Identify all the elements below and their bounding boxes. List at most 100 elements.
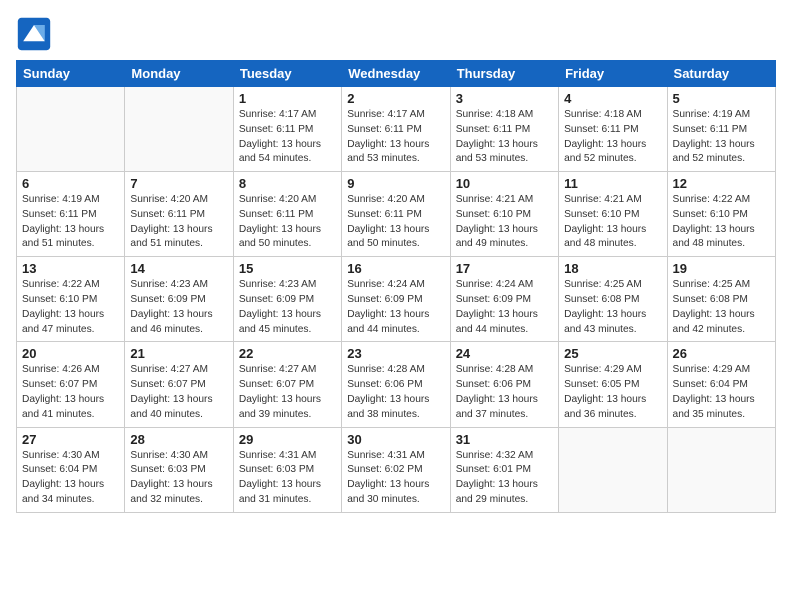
week-row-1: 1 Sunrise: 4:17 AM Sunset: 6:11 PM Daylig… xyxy=(17,87,776,172)
calendar-cell: 18 Sunrise: 4:25 AM Sunset: 6:08 PM Dayli… xyxy=(559,257,667,342)
calendar-cell: 22 Sunrise: 4:27 AM Sunset: 6:07 PM Dayli… xyxy=(233,342,341,427)
calendar-cell: 1 Sunrise: 4:17 AM Sunset: 6:11 PM Daylig… xyxy=(233,87,341,172)
day-info: Sunrise: 4:23 AM Sunset: 6:09 PM Dayligh… xyxy=(239,278,336,337)
day-info: Sunrise: 4:23 AM Sunset: 6:09 PM Dayligh… xyxy=(130,278,227,337)
day-number: 2 xyxy=(347,91,444,106)
calendar-cell: 16 Sunrise: 4:24 AM Sunset: 6:09 PM Dayli… xyxy=(342,257,450,342)
calendar-cell: 12 Sunrise: 4:22 AM Sunset: 6:10 PM Dayli… xyxy=(667,172,775,257)
day-number: 16 xyxy=(347,261,444,276)
day-info: Sunrise: 4:29 AM Sunset: 6:04 PM Dayligh… xyxy=(673,363,770,422)
week-row-3: 13Sunrise: 4:22 AM Sunset: 6:10 PM Dayli… xyxy=(17,257,776,342)
day-info: Sunrise: 4:18 AM Sunset: 6:11 PM Dayligh… xyxy=(564,108,661,167)
day-info: Sunrise: 4:25 AM Sunset: 6:08 PM Dayligh… xyxy=(564,278,661,337)
day-info: Sunrise: 4:22 AM Sunset: 6:10 PM Dayligh… xyxy=(22,278,119,337)
weekday-header-tuesday: Tuesday xyxy=(233,61,341,87)
calendar-cell: 11 Sunrise: 4:21 AM Sunset: 6:10 PM Dayli… xyxy=(559,172,667,257)
day-number: 22 xyxy=(239,346,336,361)
day-info: Sunrise: 4:29 AM Sunset: 6:05 PM Dayligh… xyxy=(564,363,661,422)
calendar-cell: 31 Sunrise: 4:32 AM Sunset: 6:01 PM Dayli… xyxy=(450,427,558,512)
calendar-table: SundayMondayTuesdayWednesdayThursdayFrid… xyxy=(16,60,776,513)
day-number: 5 xyxy=(673,91,770,106)
calendar-cell: 6Sunrise: 4:19 AM Sunset: 6:11 PM Daylig… xyxy=(17,172,125,257)
day-number: 25 xyxy=(564,346,661,361)
day-info: Sunrise: 4:19 AM Sunset: 6:11 PM Dayligh… xyxy=(673,108,770,167)
day-info: Sunrise: 4:17 AM Sunset: 6:11 PM Dayligh… xyxy=(347,108,444,167)
day-number: 12 xyxy=(673,176,770,191)
calendar-cell: 17 Sunrise: 4:24 AM Sunset: 6:09 PM Dayli… xyxy=(450,257,558,342)
week-row-2: 6Sunrise: 4:19 AM Sunset: 6:11 PM Daylig… xyxy=(17,172,776,257)
calendar-cell xyxy=(17,87,125,172)
day-info: Sunrise: 4:31 AM Sunset: 6:03 PM Dayligh… xyxy=(239,449,336,508)
day-info: Sunrise: 4:25 AM Sunset: 6:08 PM Dayligh… xyxy=(673,278,770,337)
day-number: 26 xyxy=(673,346,770,361)
calendar-cell: 27 Sunrise: 4:30 AM Sunset: 6:04 PM Dayli… xyxy=(17,427,125,512)
day-number: 9 xyxy=(347,176,444,191)
day-number: 10 xyxy=(456,176,553,191)
day-info: Sunrise: 4:27 AM Sunset: 6:07 PM Dayligh… xyxy=(239,363,336,422)
calendar-cell xyxy=(125,87,233,172)
day-number: 8 xyxy=(239,176,336,191)
day-number: 7 xyxy=(130,176,227,191)
logo-icon xyxy=(16,16,52,52)
calendar-cell xyxy=(667,427,775,512)
day-number: 28 xyxy=(130,432,227,447)
day-info: Sunrise: 4:22 AM Sunset: 6:10 PM Dayligh… xyxy=(673,193,770,252)
day-number: 17 xyxy=(456,261,553,276)
day-info: Sunrise: 4:18 AM Sunset: 6:11 PM Dayligh… xyxy=(456,108,553,167)
day-info: Sunrise: 4:20 AM Sunset: 6:11 PM Dayligh… xyxy=(347,193,444,252)
calendar-cell: 5 Sunrise: 4:19 AM Sunset: 6:11 PM Daylig… xyxy=(667,87,775,172)
day-info: Sunrise: 4:30 AM Sunset: 6:03 PM Dayligh… xyxy=(130,449,227,508)
day-number: 15 xyxy=(239,261,336,276)
logo xyxy=(16,16,56,52)
day-info: Sunrise: 4:30 AM Sunset: 6:04 PM Dayligh… xyxy=(22,449,119,508)
calendar-cell: 25 Sunrise: 4:29 AM Sunset: 6:05 PM Dayli… xyxy=(559,342,667,427)
day-number: 6 xyxy=(22,176,119,191)
day-info: Sunrise: 4:27 AM Sunset: 6:07 PM Dayligh… xyxy=(130,363,227,422)
day-number: 29 xyxy=(239,432,336,447)
calendar-cell: 30Sunrise: 4:31 AM Sunset: 6:02 PM Dayli… xyxy=(342,427,450,512)
calendar-cell xyxy=(559,427,667,512)
week-row-4: 20 Sunrise: 4:26 AM Sunset: 6:07 PM Dayli… xyxy=(17,342,776,427)
day-info: Sunrise: 4:28 AM Sunset: 6:06 PM Dayligh… xyxy=(456,363,553,422)
calendar-cell: 23Sunrise: 4:28 AM Sunset: 6:06 PM Dayli… xyxy=(342,342,450,427)
day-info: Sunrise: 4:20 AM Sunset: 6:11 PM Dayligh… xyxy=(130,193,227,252)
week-row-5: 27 Sunrise: 4:30 AM Sunset: 6:04 PM Dayli… xyxy=(17,427,776,512)
calendar-cell: 10 Sunrise: 4:21 AM Sunset: 6:10 PM Dayli… xyxy=(450,172,558,257)
day-info: Sunrise: 4:32 AM Sunset: 6:01 PM Dayligh… xyxy=(456,449,553,508)
day-number: 27 xyxy=(22,432,119,447)
day-info: Sunrise: 4:24 AM Sunset: 6:09 PM Dayligh… xyxy=(456,278,553,337)
day-number: 21 xyxy=(130,346,227,361)
day-info: Sunrise: 4:28 AM Sunset: 6:06 PM Dayligh… xyxy=(347,363,444,422)
day-info: Sunrise: 4:21 AM Sunset: 6:10 PM Dayligh… xyxy=(564,193,661,252)
day-number: 31 xyxy=(456,432,553,447)
calendar-cell: 3 Sunrise: 4:18 AM Sunset: 6:11 PM Daylig… xyxy=(450,87,558,172)
calendar-cell: 28 Sunrise: 4:30 AM Sunset: 6:03 PM Dayli… xyxy=(125,427,233,512)
calendar-cell: 13Sunrise: 4:22 AM Sunset: 6:10 PM Dayli… xyxy=(17,257,125,342)
day-number: 14 xyxy=(130,261,227,276)
day-number: 30 xyxy=(347,432,444,447)
day-number: 24 xyxy=(456,346,553,361)
weekday-header-thursday: Thursday xyxy=(450,61,558,87)
weekday-header-sunday: Sunday xyxy=(17,61,125,87)
day-info: Sunrise: 4:24 AM Sunset: 6:09 PM Dayligh… xyxy=(347,278,444,337)
day-number: 20 xyxy=(22,346,119,361)
calendar-cell: 2 Sunrise: 4:17 AM Sunset: 6:11 PM Daylig… xyxy=(342,87,450,172)
day-number: 11 xyxy=(564,176,661,191)
calendar-cell: 29 Sunrise: 4:31 AM Sunset: 6:03 PM Dayli… xyxy=(233,427,341,512)
calendar-cell: 7 Sunrise: 4:20 AM Sunset: 6:11 PM Daylig… xyxy=(125,172,233,257)
day-info: Sunrise: 4:26 AM Sunset: 6:07 PM Dayligh… xyxy=(22,363,119,422)
calendar-cell: 14 Sunrise: 4:23 AM Sunset: 6:09 PM Dayli… xyxy=(125,257,233,342)
calendar-cell: 21 Sunrise: 4:27 AM Sunset: 6:07 PM Dayli… xyxy=(125,342,233,427)
calendar-cell: 9 Sunrise: 4:20 AM Sunset: 6:11 PM Daylig… xyxy=(342,172,450,257)
day-number: 1 xyxy=(239,91,336,106)
day-number: 18 xyxy=(564,261,661,276)
day-info: Sunrise: 4:21 AM Sunset: 6:10 PM Dayligh… xyxy=(456,193,553,252)
calendar-cell: 20 Sunrise: 4:26 AM Sunset: 6:07 PM Dayli… xyxy=(17,342,125,427)
calendar-cell: 24 Sunrise: 4:28 AM Sunset: 6:06 PM Dayli… xyxy=(450,342,558,427)
weekday-header-wednesday: Wednesday xyxy=(342,61,450,87)
day-info: Sunrise: 4:17 AM Sunset: 6:11 PM Dayligh… xyxy=(239,108,336,167)
weekday-header-row: SundayMondayTuesdayWednesdayThursdayFrid… xyxy=(17,61,776,87)
calendar-cell: 4Sunrise: 4:18 AM Sunset: 6:11 PM Daylig… xyxy=(559,87,667,172)
calendar-cell: 19Sunrise: 4:25 AM Sunset: 6:08 PM Dayli… xyxy=(667,257,775,342)
day-number: 3 xyxy=(456,91,553,106)
